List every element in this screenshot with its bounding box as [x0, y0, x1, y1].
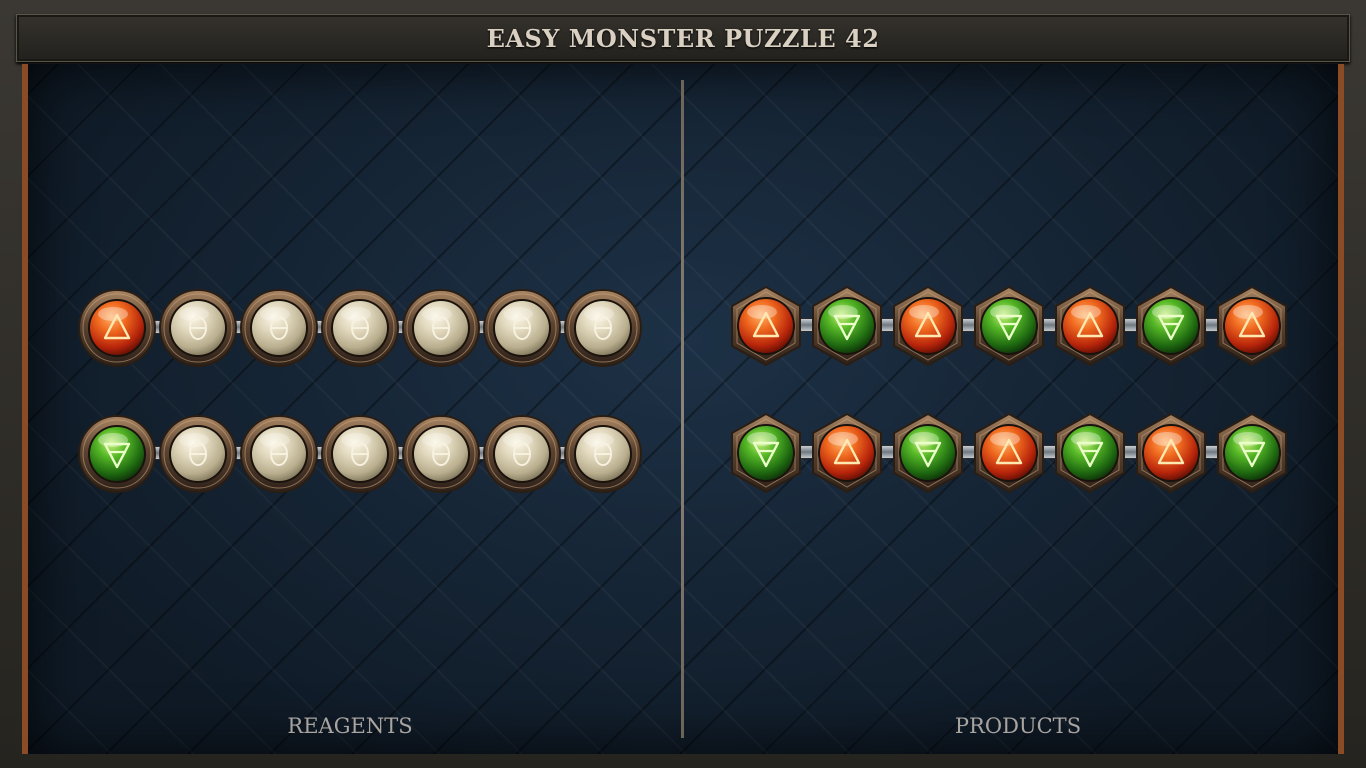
fire-element-bead: [1050, 286, 1130, 366]
alchemy-earth-triangle-icon: [974, 286, 1044, 366]
title-bar: EASY MONSTER PUZZLE 42: [16, 14, 1350, 62]
alchemy-earth-triangle-icon: [1055, 413, 1125, 493]
empty-slot[interactable]: [401, 414, 481, 494]
empty-slot[interactable]: [563, 414, 643, 494]
earth-element-bead[interactable]: [77, 414, 157, 494]
alchemy-fire-triangle-icon: [78, 289, 156, 367]
theta-slot-icon: [564, 415, 642, 493]
empty-slot[interactable]: [158, 414, 238, 494]
theta-slot-icon: [402, 289, 480, 367]
products-label: PRODUCTS: [954, 714, 1082, 738]
theta-slot-icon: [483, 289, 561, 367]
fire-element-bead: [726, 286, 806, 366]
alchemy-fire-triangle-icon: [731, 286, 801, 366]
alchemy-earth-triangle-icon: [1136, 286, 1206, 366]
empty-slot[interactable]: [482, 288, 562, 368]
earth-element-bead: [969, 286, 1049, 366]
theta-slot-icon: [240, 415, 318, 493]
empty-slot[interactable]: [320, 414, 400, 494]
alchemy-fire-triangle-icon: [974, 413, 1044, 493]
fire-element-bead[interactable]: [77, 288, 157, 368]
earth-element-bead: [1212, 413, 1292, 493]
alchemy-earth-triangle-icon: [1217, 413, 1287, 493]
earth-element-bead: [1131, 286, 1211, 366]
alchemy-fire-triangle-icon: [812, 413, 882, 493]
earth-element-bead: [1050, 413, 1130, 493]
theta-slot-icon: [240, 289, 318, 367]
reagent-row-2: [77, 414, 643, 494]
earth-element-bead: [888, 413, 968, 493]
theta-slot-icon: [159, 415, 237, 493]
theta-slot-icon: [483, 415, 561, 493]
fire-element-bead: [969, 413, 1049, 493]
alchemy-fire-triangle-icon: [1217, 286, 1287, 366]
empty-slot[interactable]: [158, 288, 238, 368]
panel-divider: [681, 80, 684, 738]
earth-element-bead: [726, 413, 806, 493]
alchemy-earth-triangle-icon: [812, 286, 882, 366]
reagent-row-1: [77, 288, 643, 368]
product-row-1: [726, 286, 1292, 366]
fire-element-bead: [1212, 286, 1292, 366]
fire-element-bead: [1131, 413, 1211, 493]
puzzle-title: EASY MONSTER PUZZLE 42: [486, 23, 880, 53]
theta-slot-icon: [564, 289, 642, 367]
theta-slot-icon: [402, 415, 480, 493]
theta-slot-icon: [321, 415, 399, 493]
alchemy-fire-triangle-icon: [893, 286, 963, 366]
reagents-label: REAGENTS: [287, 714, 413, 738]
empty-slot[interactable]: [563, 288, 643, 368]
empty-slot[interactable]: [320, 288, 400, 368]
alchemy-fire-triangle-icon: [1055, 286, 1125, 366]
product-row-2: [726, 413, 1292, 493]
alchemy-earth-triangle-icon: [893, 413, 963, 493]
empty-slot[interactable]: [401, 288, 481, 368]
alchemy-fire-triangle-icon: [1136, 413, 1206, 493]
fire-element-bead: [888, 286, 968, 366]
empty-slot[interactable]: [239, 288, 319, 368]
earth-element-bead: [807, 286, 887, 366]
theta-slot-icon: [159, 289, 237, 367]
alchemy-earth-triangle-icon: [78, 415, 156, 493]
theta-slot-icon: [321, 289, 399, 367]
fire-element-bead: [807, 413, 887, 493]
empty-slot[interactable]: [482, 414, 562, 494]
alchemy-earth-triangle-icon: [731, 413, 801, 493]
empty-slot[interactable]: [239, 414, 319, 494]
